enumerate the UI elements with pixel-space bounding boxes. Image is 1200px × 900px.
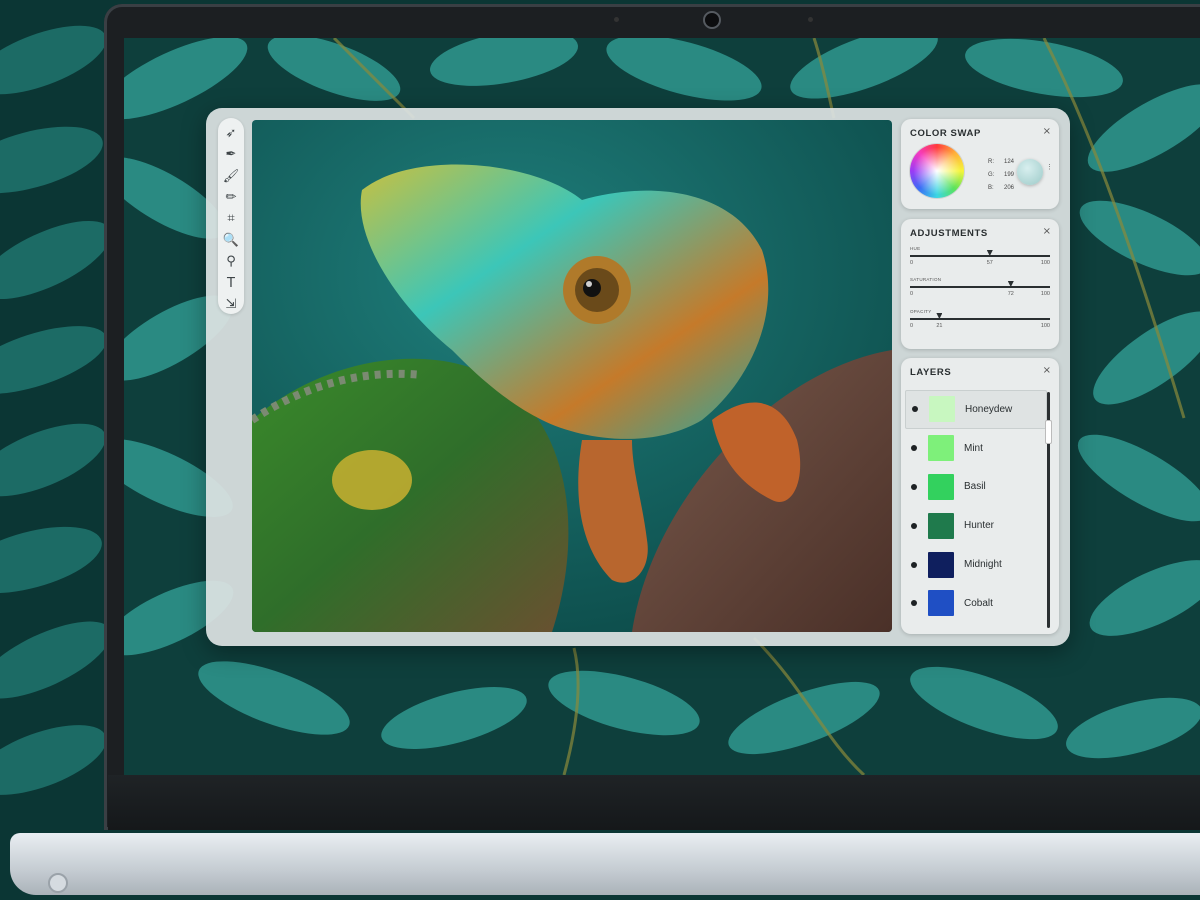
slider-hue: HUE 0 57 100 xyxy=(910,246,1050,268)
r-label: R: xyxy=(988,159,994,165)
layer-name: Cobalt xyxy=(964,597,993,609)
close-icon[interactable]: × xyxy=(1043,226,1051,237)
text-tool-icon[interactable]: T xyxy=(222,274,240,292)
power-button[interactable] xyxy=(48,873,68,893)
more-options-icon[interactable]: ⋮ xyxy=(1046,164,1053,171)
zoom-icon[interactable]: 🔍 xyxy=(222,231,240,249)
visibility-dot-icon[interactable] xyxy=(912,406,918,413)
sensor-dot xyxy=(808,17,813,22)
color-swap-panel: COLOR SWAP × R: 124 G: 199 B: 206 ⋮ xyxy=(901,119,1059,209)
rgb-readout: R: 124 G: 199 B: 206 xyxy=(988,156,1014,195)
screen-bezel xyxy=(108,775,1200,830)
adjustments-panel: ADJUSTMENTS × HUE 0 57 100 SATURATION 0 72 100 O… xyxy=(901,219,1059,349)
slider-max: 100 xyxy=(1040,291,1050,297)
visibility-dot-icon[interactable] xyxy=(911,445,917,452)
laptop-base xyxy=(10,833,1200,895)
layer-item-basil[interactable]: Basil xyxy=(905,468,1047,507)
slider-value: 57 xyxy=(986,260,993,266)
layer-item-cobalt[interactable]: Cobalt xyxy=(905,584,1047,623)
chameleon-photo xyxy=(252,120,892,632)
layer-color-swatch xyxy=(929,396,955,423)
pencil-icon[interactable]: ✏ xyxy=(222,188,240,206)
slider-label: OPACITY xyxy=(910,309,932,314)
layers-panel: LAYERS × Honeydew Mint Basil Hunter Midnight… xyxy=(901,358,1059,634)
panel-title: COLOR SWAP xyxy=(910,128,981,139)
slider-scale: 0 72 100 xyxy=(910,291,1050,299)
slider-min: 0 xyxy=(910,323,914,329)
layer-color-swatch xyxy=(928,435,954,462)
layer-name: Basil xyxy=(964,481,986,493)
eyedropper-icon[interactable]: ⚲ xyxy=(222,253,240,271)
visibility-dot-icon[interactable] xyxy=(911,522,917,529)
slider-max: 100 xyxy=(1040,260,1050,266)
slider-thumb[interactable] xyxy=(1007,281,1014,287)
sensor-dot xyxy=(614,17,619,22)
layer-item-midnight[interactable]: Midnight xyxy=(905,545,1047,584)
color-wheel[interactable] xyxy=(910,144,964,198)
layer-scroll-thumb[interactable] xyxy=(1045,420,1052,444)
webcam xyxy=(703,11,721,29)
crop-icon[interactable]: ⌗ xyxy=(222,210,240,228)
b-label: B: xyxy=(988,185,994,191)
visibility-dot-icon[interactable] xyxy=(911,561,917,568)
slider-label: SATURATION xyxy=(910,277,942,282)
slider-thumb[interactable] xyxy=(936,313,943,319)
slider-thumb[interactable] xyxy=(986,250,993,256)
g-value: 199 xyxy=(1003,172,1014,178)
layer-name: Mint xyxy=(964,442,983,454)
slider-saturation: SATURATION 0 72 100 xyxy=(910,277,1050,299)
layer-item-hunter[interactable]: Hunter xyxy=(905,506,1047,545)
slider-min: 0 xyxy=(910,260,914,266)
panel-title: ADJUSTMENTS xyxy=(910,228,988,239)
layer-item-honeydew[interactable]: Honeydew xyxy=(905,390,1047,429)
slider-scale: 0 57 100 xyxy=(910,260,1050,268)
layer-color-swatch xyxy=(928,473,954,500)
layer-name: Midnight xyxy=(964,559,1002,571)
slider-scale: 0 21 100 xyxy=(910,323,1050,331)
visibility-dot-icon[interactable] xyxy=(911,600,917,607)
tool-palette: ➶ ✒ 🖌 ✏ ⌗ 🔍 ⚲ T ⇲ xyxy=(218,118,244,314)
layer-color-swatch xyxy=(928,551,954,578)
layer-name: Honeydew xyxy=(965,403,1013,415)
brush-icon[interactable]: 🖌 xyxy=(222,167,240,185)
slider-value: 21 xyxy=(936,323,943,329)
more-tools-icon[interactable]: ⇲ xyxy=(222,296,240,314)
slider-track[interactable] xyxy=(910,313,1050,320)
layer-name: Hunter xyxy=(964,520,995,532)
slider-track[interactable] xyxy=(910,250,1050,257)
slider-opacity: OPACITY 0 21 100 xyxy=(910,309,1050,331)
panel-title: LAYERS xyxy=(910,367,952,378)
layer-color-swatch xyxy=(928,590,954,617)
close-icon[interactable]: × xyxy=(1043,126,1051,137)
r-value: 124 xyxy=(1003,159,1014,165)
visibility-dot-icon[interactable] xyxy=(911,483,917,490)
slider-min: 0 xyxy=(910,291,914,297)
slider-value: 72 xyxy=(1007,291,1014,297)
b-value: 206 xyxy=(1003,185,1014,191)
pen-tool-icon[interactable]: ✒ xyxy=(222,145,240,163)
slider-label: HUE xyxy=(910,246,921,251)
slider-track[interactable] xyxy=(910,281,1050,288)
layer-item-mint[interactable]: Mint xyxy=(905,429,1047,468)
slider-max: 100 xyxy=(1040,323,1050,329)
close-icon[interactable]: × xyxy=(1043,365,1051,376)
image-canvas[interactable] xyxy=(252,120,892,632)
layer-color-swatch xyxy=(928,512,954,539)
color-preview-swatch[interactable] xyxy=(1017,159,1043,185)
layer-list: Honeydew Mint Basil Hunter Midnight Cobalt xyxy=(905,390,1047,623)
g-label: G: xyxy=(988,172,995,178)
arrow-pointer-icon[interactable]: ➶ xyxy=(222,124,240,142)
